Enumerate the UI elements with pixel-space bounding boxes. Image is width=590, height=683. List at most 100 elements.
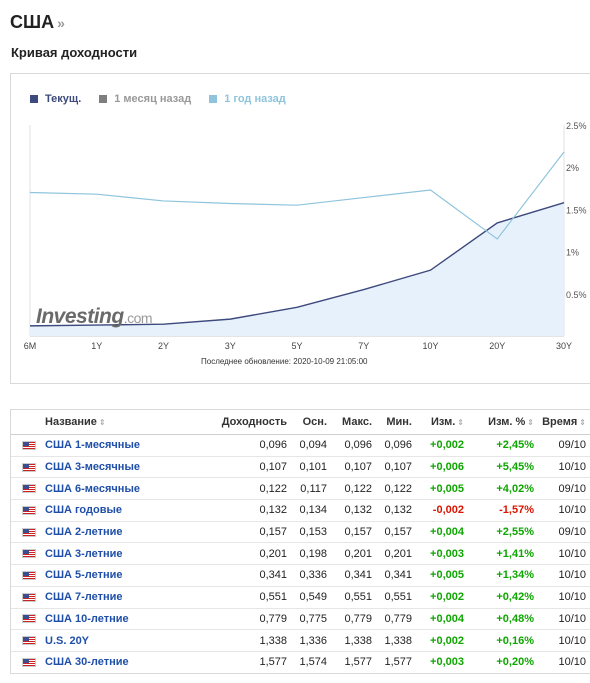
y-tick-label: 2.5% (566, 121, 587, 131)
table-row[interactable]: U.S. 20Y 1,338 1,336 1,338 1,338 +0,002 +0,16%… (11, 629, 590, 652)
legend-label[interactable]: 1 месяц назад (114, 93, 191, 105)
bond-name-cell: США 6-месячные (11, 477, 201, 501)
table-row[interactable]: США 10-летние 0,779 0,775 0,779 0,779 +0,004 +… (11, 608, 590, 631)
prev-cell: 0,117 (291, 477, 331, 501)
bond-link[interactable]: США 3-месячные (45, 461, 140, 473)
high-cell: 0,341 (331, 564, 376, 587)
high-cell: 0,096 (331, 434, 376, 457)
prev-cell: 1,336 (291, 629, 331, 652)
bond-link[interactable]: США 7-летние (45, 591, 123, 603)
table-row[interactable]: США годовые 0,132 0,134 0,132 0,132 -0,002 -1,… (11, 499, 590, 522)
col-header-chg-pct-label[interactable]: Изм. % (488, 416, 525, 428)
change-cell: +0,005 (416, 564, 468, 587)
bond-link[interactable]: США 30-летние (45, 656, 129, 668)
bond-link[interactable]: США 3-летние (45, 548, 123, 560)
high-cell: 1,577 (344, 656, 372, 669)
table-row[interactable]: США 1-месячные 0,096 0,094 0,096 0,096 +0,002… (11, 434, 590, 457)
time-cell: 09/10 (538, 521, 590, 544)
col-header-chg[interactable]: Изм. ⇕ (416, 410, 468, 435)
col-header-yield[interactable]: Доходность (201, 410, 291, 435)
yield-cell: 0,122 (201, 477, 291, 501)
bond-link[interactable]: США 2-летние (45, 526, 123, 538)
bond-link[interactable]: США 6-месячные (45, 483, 140, 495)
yield-cell: 0,341 (201, 564, 291, 587)
table-row[interactable]: США 2-летние 0,157 0,153 0,157 0,157 +0,004 +2… (11, 521, 590, 544)
prev-cell: 0,775 (291, 608, 331, 631)
col-header-high[interactable]: Макс. (331, 410, 376, 435)
us-flag-icon (22, 462, 36, 472)
y-tick-label: 1.5% (566, 205, 587, 215)
high-cell: 0,132 (331, 499, 376, 522)
x-tick-label: 30Y (556, 341, 572, 351)
bond-name-cell: США 1-месячные (11, 434, 201, 457)
low-cell: 0,551 (376, 586, 416, 609)
bond-link[interactable]: США 10-летние (45, 613, 129, 625)
legend-item[interactable]: 1 год назад (209, 93, 286, 105)
us-flag-icon (22, 614, 36, 624)
low-cell: 1,338 (376, 629, 416, 652)
legend-label[interactable]: Текущ. (45, 93, 81, 105)
change-pct-cell: +5,45% (468, 456, 538, 479)
col-header-chg-label[interactable]: Изм. (431, 416, 455, 428)
table-row[interactable]: США 3-летние 0,201 0,198 0,201 0,201 +0,003 +1… (11, 542, 590, 566)
sort-icon[interactable]: ⇕ (579, 418, 586, 427)
sort-icon[interactable]: ⇕ (457, 418, 464, 427)
investing-watermark: Investing.com (36, 305, 153, 331)
change-pct-cell: +4,02% (468, 477, 538, 501)
low-cell: 0,096 (376, 434, 416, 457)
legend-label[interactable]: 1 год назад (224, 93, 286, 105)
col-header-name-label[interactable]: Название (45, 416, 97, 428)
bond-name-cell: США 5-летние (11, 564, 201, 587)
col-header-time[interactable]: Время ⇕ (538, 410, 590, 435)
bond-link[interactable]: США 5-летние (45, 569, 123, 581)
legend-item[interactable]: 1 месяц назад (99, 93, 191, 105)
col-header-low[interactable]: Мин. (376, 410, 416, 435)
table-row[interactable]: США 5-летние 0,341 0,336 0,341 0,341 +0,005 +1… (11, 564, 590, 587)
y-tick-label: 1% (566, 248, 579, 258)
x-tick-label: 7Y (358, 341, 369, 351)
table-row[interactable]: США 30-летние 1,577 1,574 1,577 1,577 +0,003 +… (11, 651, 590, 672)
us-flag-icon (22, 636, 36, 646)
col-header-name[interactable]: Название ⇕ (11, 410, 201, 435)
x-tick-label: 3Y (225, 341, 236, 351)
bond-link[interactable]: США годовые (45, 504, 122, 516)
prev-cell: 0,549 (291, 586, 331, 609)
x-tick-label: 10Y (422, 341, 438, 351)
x-tick-label: 6M (24, 341, 37, 351)
series-line-2 (29, 151, 565, 240)
bond-name-cell: США годовые (11, 499, 201, 522)
high-cell: 0,551 (331, 586, 376, 609)
yield-cell: 0,779 (201, 608, 291, 631)
x-tick-label: 20Y (489, 341, 505, 351)
low-cell: 0,341 (376, 564, 416, 587)
col-header-chg-pct[interactable]: Изм. % ⇕ (468, 410, 538, 435)
change-pct-cell: -1,57% (468, 499, 538, 522)
y-tick-label: 0.5% (566, 290, 587, 300)
yield-curve-chart: 0.5% 1% 1.5% 2% 2.5% 6M 1Y 2Y 3Y 5Y 7Y 10Y 20Y 30Y (24, 121, 587, 351)
table-row[interactable]: США 6-месячные 0,122 0,117 0,122 0,122 +0,005… (11, 477, 590, 501)
table-row[interactable]: США 3-месячные 0,107 0,101 0,107 0,107 +0,006… (11, 456, 590, 479)
change-cell: +0,004 (416, 521, 468, 544)
bond-link[interactable]: США 1-месячные (45, 439, 140, 451)
legend-item[interactable]: Текущ. (30, 93, 81, 105)
yield-cell: 1,577 (259, 656, 287, 669)
col-header-prev[interactable]: Осн. (291, 410, 331, 435)
sort-icon[interactable]: ⇕ (527, 418, 534, 427)
change-pct-cell: +0,20% (496, 656, 534, 669)
sort-icon[interactable]: ⇕ (99, 418, 106, 427)
legend-swatch (209, 95, 218, 103)
us-flag-icon (22, 549, 36, 559)
col-header-time-label[interactable]: Время (542, 416, 577, 428)
time-cell: 10/10 (538, 456, 590, 479)
prev-cell: 0,336 (291, 564, 331, 587)
change-cell: -0,002 (416, 499, 468, 522)
table-row[interactable]: США 7-летние 0,551 0,549 0,551 0,551 +0,002 +0… (11, 586, 590, 609)
time-cell: 10/10 (538, 499, 590, 522)
time-cell: 10/10 (538, 629, 590, 652)
x-tick-label: 1Y (91, 341, 102, 351)
bond-link[interactable]: U.S. 20Y (45, 635, 89, 647)
change-pct-cell: +0,42% (468, 586, 538, 609)
change-pct-cell: +2,45% (468, 434, 538, 457)
watermark-suffix: .com (123, 310, 153, 326)
change-pct-cell: +0,16% (468, 629, 538, 652)
